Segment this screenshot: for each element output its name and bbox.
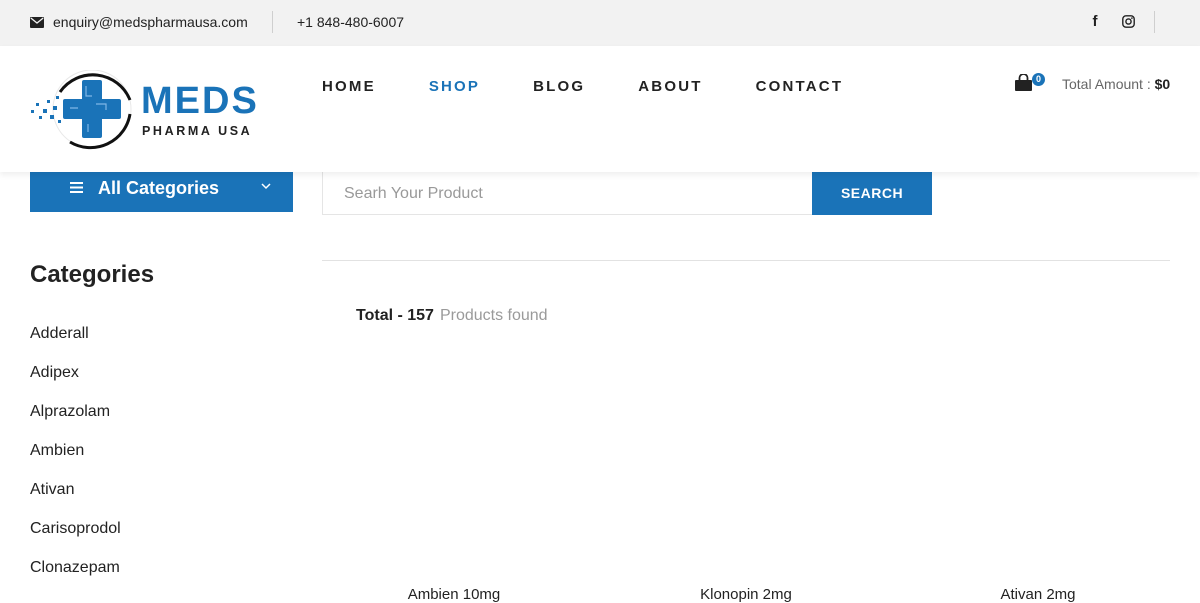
product-card[interactable]: Ativan 2mg — [906, 340, 1170, 603]
site-logo[interactable]: MEDS PHARMA USA — [30, 70, 262, 150]
nav-about[interactable]: ABOUT — [638, 78, 702, 95]
topbar-divider — [1154, 11, 1155, 33]
nav-shop[interactable]: SHOP — [429, 78, 480, 95]
product-title[interactable]: Klonopin 2mg — [614, 586, 878, 603]
email-text: enquiry@medspharmausa.com — [53, 14, 248, 30]
products-count: Total - 157 Products found — [356, 307, 548, 325]
nav-blog[interactable]: BLOG — [533, 78, 585, 95]
products-found-label: Products found — [439, 307, 548, 324]
cart-total-value: $0 — [1154, 76, 1171, 92]
facebook-icon[interactable]: f — [1088, 13, 1102, 30]
phone-link[interactable]: +1 848-480-6007 — [297, 14, 404, 30]
email-link[interactable]: enquiry@medspharmausa.com — [30, 14, 248, 30]
product-card[interactable]: Ambien 10mg — [322, 340, 586, 603]
envelope-icon — [30, 16, 44, 28]
category-link-alprazolam[interactable]: Alprazolam — [30, 403, 121, 442]
categories-list: Adderall Adipex Alprazolam Ambien Ativan… — [30, 325, 121, 598]
cart-total: Total Amount : $0 — [1062, 76, 1170, 92]
nav-home[interactable]: HOME — [322, 78, 376, 95]
top-bar: enquiry@medspharmausa.com +1 848-480-600… — [0, 0, 1200, 46]
main-header: MEDS PHARMA USA HOME SHOP BLOG ABOUT CON… — [0, 46, 1200, 172]
hamburger-icon — [70, 182, 83, 193]
cart-total-label: Total Amount : — [1062, 76, 1155, 92]
category-link-carisoprodol[interactable]: Carisoprodol — [30, 520, 121, 559]
logo-brand-text: MEDS — [141, 80, 259, 122]
product-card[interactable]: Klonopin 2mg — [614, 340, 878, 603]
category-link-adderall[interactable]: Adderall — [30, 325, 121, 364]
category-link-adipex[interactable]: Adipex — [30, 364, 121, 403]
category-link-ativan[interactable]: Ativan — [30, 481, 121, 520]
product-title[interactable]: Ativan 2mg — [906, 586, 1170, 603]
products-total: Total - 157 — [356, 307, 434, 324]
chevron-down-icon — [261, 183, 271, 190]
product-title[interactable]: Ambien 10mg — [322, 586, 586, 603]
nav-contact[interactable]: CONTACT — [756, 78, 844, 95]
shopping-bag-icon — [1015, 74, 1032, 91]
main-nav: HOME SHOP BLOG ABOUT CONTACT — [322, 78, 896, 95]
all-categories-label: All Categories — [98, 178, 220, 198]
topbar-divider — [272, 11, 273, 33]
cart-count-badge: 0 — [1032, 73, 1045, 86]
logo-subtitle-text: PHARMA USA — [142, 124, 253, 138]
instagram-icon[interactable] — [1122, 15, 1135, 28]
categories-heading: Categories — [30, 261, 155, 288]
product-grid: Ambien 10mg Klonopin 2mg Ativan 2mg — [322, 340, 1200, 603]
category-link-ambien[interactable]: Ambien — [30, 442, 121, 481]
logo-cross-icon — [31, 70, 132, 150]
category-link-clonazepam[interactable]: Clonazepam — [30, 559, 121, 598]
cart-button[interactable]: 0 — [1014, 72, 1045, 94]
content-divider — [322, 260, 1170, 261]
